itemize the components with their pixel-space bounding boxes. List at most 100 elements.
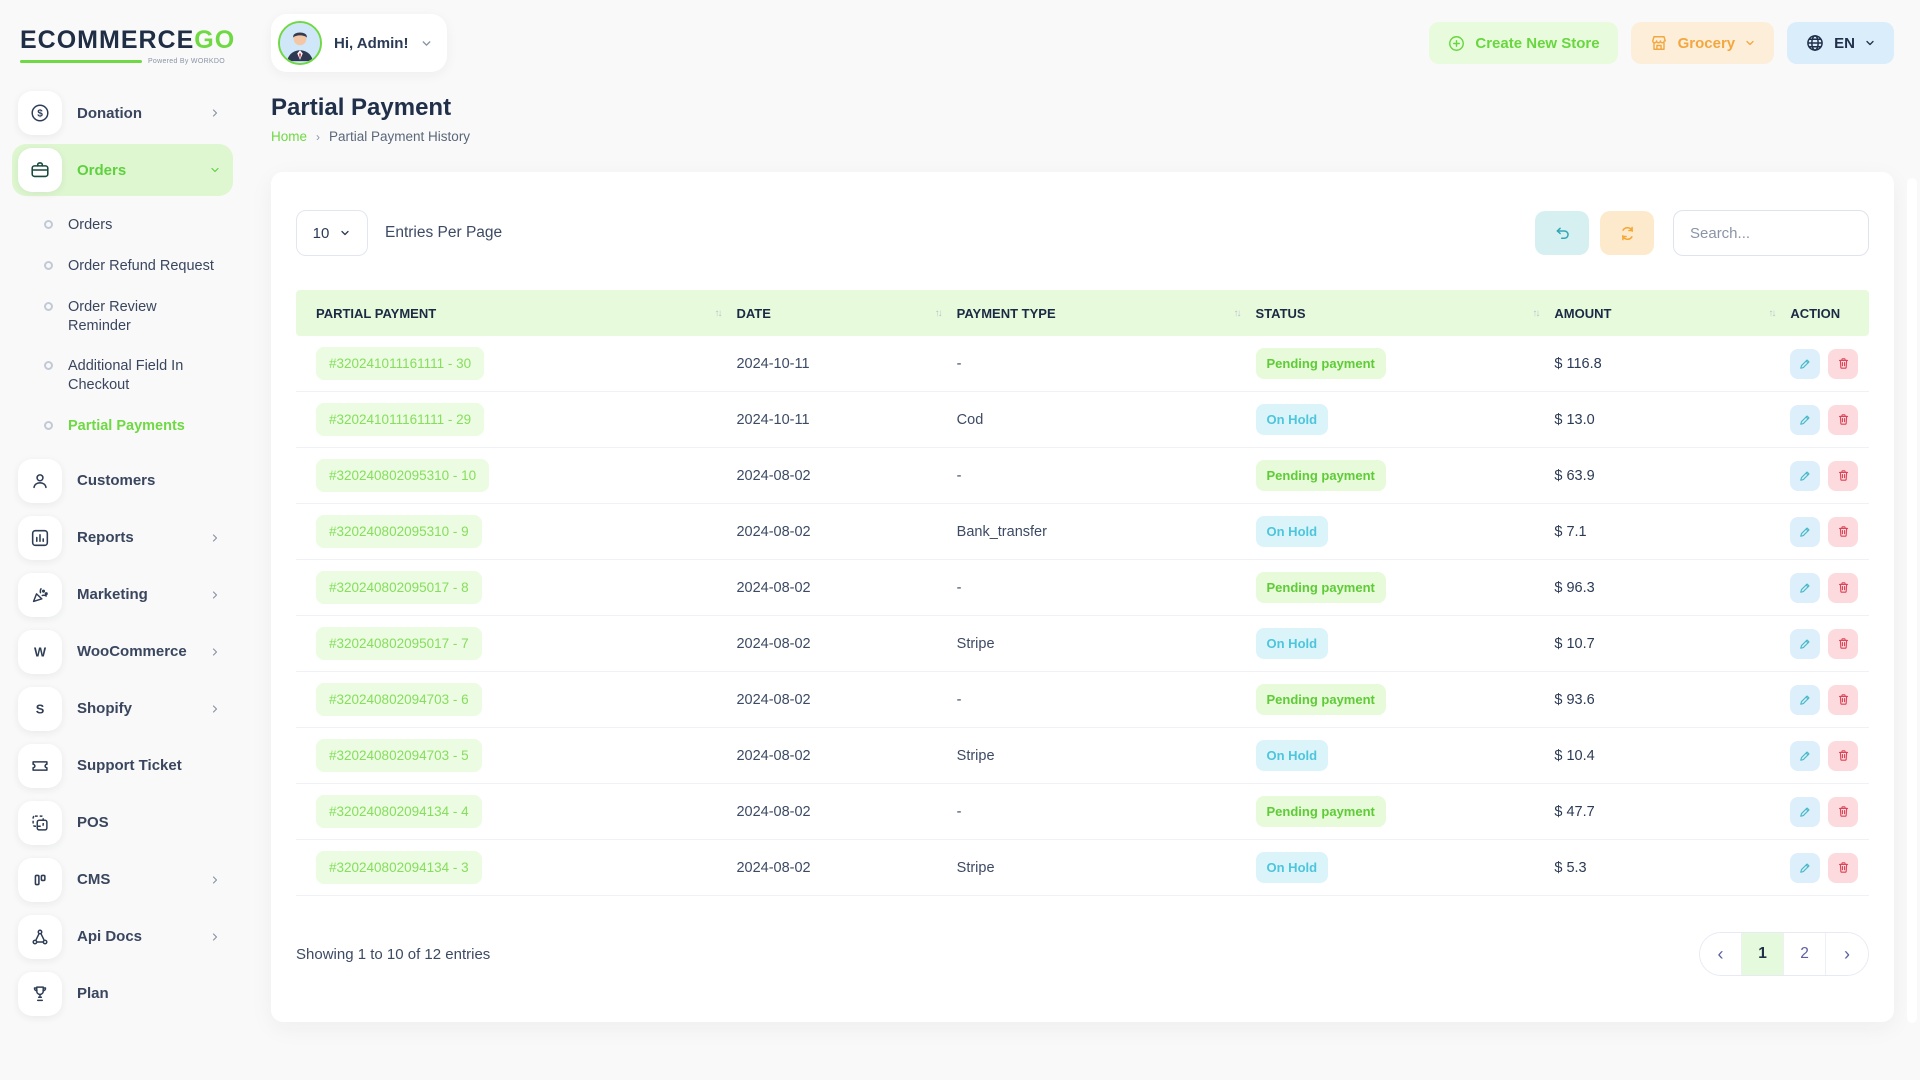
sidebar-item-donation[interactable]: $ Donation [12, 87, 233, 139]
table-row: #320240802095017 - 7 2024-08-02 Stripe O… [296, 616, 1869, 672]
cms-icon [18, 858, 62, 902]
sidebar-item-cms[interactable]: CMS [12, 854, 233, 906]
sort-icon[interactable]: ↑↓ [1234, 308, 1240, 319]
sidebar-subitem-label: Order Review Reminder [68, 298, 218, 336]
column-header-partial-payment[interactable]: PARTIAL PAYMENT [316, 306, 436, 321]
pagination: ‹ 1 2 › [1699, 932, 1869, 976]
table-row: #320240802095310 - 9 2024-08-02 Bank_tra… [296, 504, 1869, 560]
search-input[interactable] [1673, 210, 1869, 256]
delete-button[interactable] [1828, 349, 1858, 379]
pagination-page-1[interactable]: 1 [1742, 933, 1784, 975]
payment-type-cell: Cod [957, 412, 1256, 428]
delete-button[interactable] [1828, 405, 1858, 435]
store-selector-button[interactable]: Grocery [1631, 22, 1775, 64]
payment-id-badge[interactable]: #320240802095310 - 10 [316, 459, 489, 492]
payment-id-badge[interactable]: #320240802094134 - 4 [316, 795, 482, 828]
table-row: #320240802094134 - 4 2024-08-02 - Pendin… [296, 784, 1869, 840]
delete-button[interactable] [1828, 461, 1858, 491]
edit-button[interactable] [1790, 573, 1820, 603]
globe-icon [1805, 33, 1825, 53]
payment-type-cell: Stripe [957, 636, 1256, 652]
delete-button[interactable] [1828, 517, 1858, 547]
sidebar-item-api-docs[interactable]: Api Docs [12, 911, 233, 963]
delete-button[interactable] [1828, 685, 1858, 715]
sort-icon[interactable]: ↑↓ [714, 308, 720, 319]
payment-id-badge[interactable]: #320240802095017 - 7 [316, 627, 482, 660]
edit-button[interactable] [1790, 349, 1820, 379]
column-header-date[interactable]: DATE [736, 306, 770, 321]
status-badge: Pending payment [1256, 684, 1386, 715]
language-selector-button[interactable]: EN [1787, 22, 1894, 64]
entries-per-page-label: Entries Per Page [385, 224, 502, 242]
refresh-button[interactable] [1600, 211, 1654, 255]
pagination-next-button[interactable]: › [1826, 933, 1868, 975]
storefront-icon [1649, 33, 1669, 53]
date-cell: 2024-10-11 [736, 356, 956, 372]
edit-button[interactable] [1790, 517, 1820, 547]
reports-icon [18, 516, 62, 560]
edit-button[interactable] [1790, 741, 1820, 771]
edit-button[interactable] [1790, 461, 1820, 491]
pagination-prev-button[interactable]: ‹ [1700, 933, 1742, 975]
scrollbar[interactable] [1907, 178, 1917, 1023]
edit-button[interactable] [1790, 629, 1820, 659]
column-header-payment-type[interactable]: PAYMENT TYPE [957, 306, 1056, 321]
payment-id-badge[interactable]: #320240802095017 - 8 [316, 571, 482, 604]
sidebar-subitem-partial-payments[interactable]: Partial Payments [12, 406, 233, 447]
column-header-status[interactable]: STATUS [1256, 306, 1306, 321]
edit-button[interactable] [1790, 405, 1820, 435]
payment-type-cell: - [957, 804, 1256, 820]
payment-id-badge[interactable]: #320240802094134 - 3 [316, 851, 482, 884]
payment-type-cell: - [957, 468, 1256, 484]
user-greeting: Hi, Admin! [334, 35, 408, 52]
sidebar-subitem-order-review-reminder[interactable]: Order Review Reminder [12, 287, 233, 347]
delete-button[interactable] [1828, 853, 1858, 883]
edit-button[interactable] [1790, 853, 1820, 883]
delete-button[interactable] [1828, 573, 1858, 603]
sidebar-item-support-ticket[interactable]: Support Ticket [12, 740, 233, 792]
user-menu[interactable]: Hi, Admin! [271, 14, 447, 72]
column-header-amount[interactable]: AMOUNT [1554, 306, 1611, 321]
payment-type-cell: - [957, 356, 1256, 372]
payment-id-badge[interactable]: #320240802094703 - 5 [316, 739, 482, 772]
table-row: #320240802094703 - 6 2024-08-02 - Pendin… [296, 672, 1869, 728]
payment-id-badge[interactable]: #320240802095310 - 9 [316, 515, 482, 548]
date-cell: 2024-10-11 [736, 412, 956, 428]
sidebar-subitem-orders[interactable]: Orders [12, 205, 233, 246]
amount-cell: $ 7.1 [1554, 524, 1790, 540]
sidebar-item-shopify[interactable]: S Shopify [12, 683, 233, 735]
sidebar-item-pos[interactable]: POS [12, 797, 233, 849]
sort-icon[interactable]: ↑↓ [1768, 308, 1774, 319]
edit-button[interactable] [1790, 685, 1820, 715]
payment-id-badge[interactable]: #320241011161111 - 29 [316, 403, 484, 436]
sidebar-item-woocommerce[interactable]: W WooCommerce [12, 626, 233, 678]
sort-icon[interactable]: ↑↓ [1532, 308, 1538, 319]
edit-button[interactable] [1790, 797, 1820, 827]
delete-button[interactable] [1828, 741, 1858, 771]
sidebar-item-reports[interactable]: Reports [12, 512, 233, 564]
sidebar-item-marketing[interactable]: Marketing [12, 569, 233, 621]
create-new-store-button[interactable]: Create New Store [1429, 22, 1617, 64]
sidebar-subitem-order-refund-request[interactable]: Order Refund Request [12, 246, 233, 287]
sidebar-item-orders[interactable]: Orders [12, 144, 233, 196]
delete-button[interactable] [1828, 797, 1858, 827]
delete-button[interactable] [1828, 629, 1858, 659]
undo-button[interactable] [1535, 211, 1589, 255]
sidebar-item-plan[interactable]: Plan [12, 968, 233, 1020]
bullet-icon [44, 361, 53, 370]
sidebar-item-label: Api Docs [77, 928, 209, 945]
amount-cell: $ 116.8 [1554, 356, 1790, 372]
breadcrumb-home-link[interactable]: Home [271, 129, 307, 144]
entries-per-page-select[interactable]: 10 [296, 210, 368, 256]
customers-icon [18, 459, 62, 503]
bullet-icon [44, 302, 53, 311]
amount-cell: $ 10.7 [1554, 636, 1790, 652]
sidebar-subitem-additional-field-in-checkout[interactable]: Additional Field In Checkout [12, 346, 233, 406]
sort-icon[interactable]: ↑↓ [935, 308, 941, 319]
column-header-action: ACTION [1790, 306, 1840, 321]
payment-id-badge[interactable]: #320241011161111 - 30 [316, 347, 484, 380]
pagination-page-2[interactable]: 2 [1784, 933, 1826, 975]
payment-type-cell: - [957, 580, 1256, 596]
sidebar-item-customers[interactable]: Customers [12, 455, 233, 507]
payment-id-badge[interactable]: #320240802094703 - 6 [316, 683, 482, 716]
